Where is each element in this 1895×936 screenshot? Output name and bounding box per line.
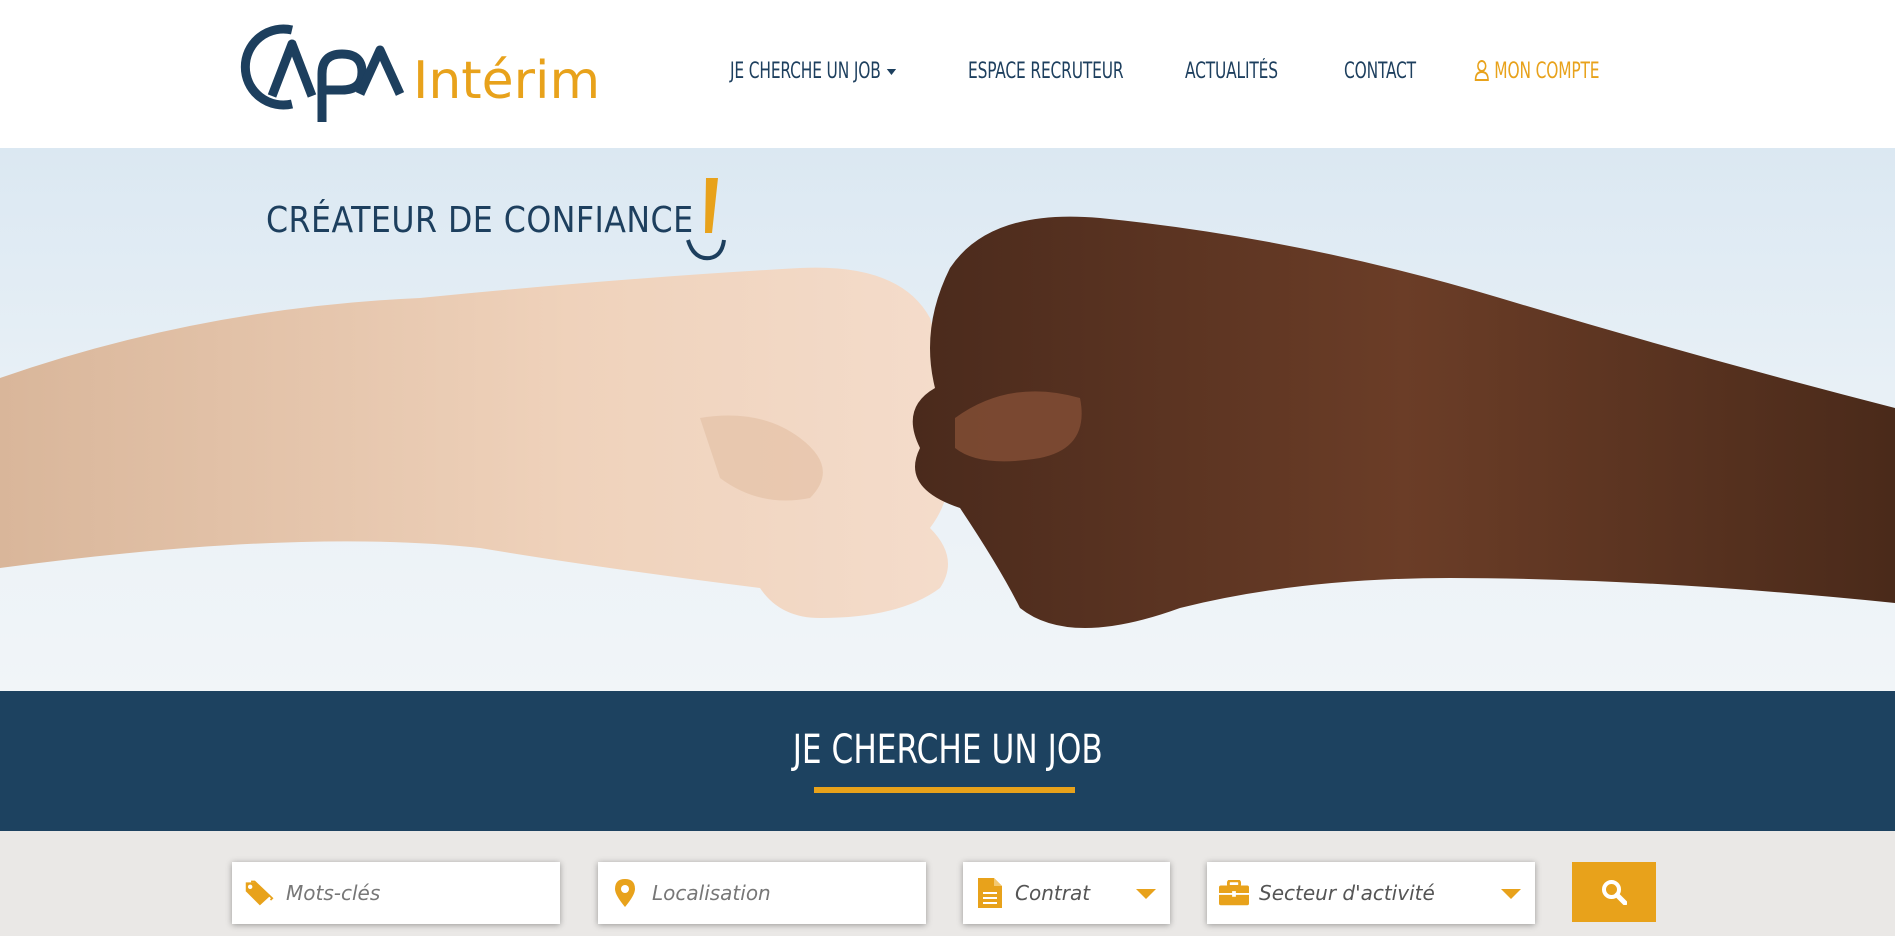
sector-select[interactable]: Secteur d'activité	[1207, 862, 1535, 924]
caret-down-icon	[886, 69, 897, 75]
title-underline	[814, 787, 1075, 793]
search-button[interactable]	[1572, 862, 1656, 922]
nav-item-contact[interactable]: CONTACT	[1344, 52, 1416, 92]
user-icon	[1474, 60, 1489, 81]
exclamation-smile-icon	[686, 178, 726, 261]
sector-select-value: Secteur d'activité	[1259, 881, 1435, 905]
caret-down-icon	[1136, 889, 1156, 899]
nav-item-actualites[interactable]: ACTUALITÉS	[1185, 52, 1278, 92]
search-bar: Contrat Secteur d'activité	[0, 831, 1895, 936]
location-field[interactable]	[598, 862, 926, 924]
site-header: Intérim JE CHERCHE UN JOB ESPACE RECRUTE…	[0, 0, 1895, 148]
contract-select-value: Contrat	[1015, 881, 1091, 905]
capa-interim-logo[interactable]: Intérim	[230, 18, 610, 123]
hero-banner: CRÉATEUR DE CONFIANCE	[0, 148, 1895, 691]
caret-down-icon	[1501, 889, 1521, 899]
nav-item-label: ACTUALITÉS	[1185, 59, 1278, 84]
section-title: JE CHERCHE UN JOB	[792, 727, 1103, 773]
nav-item-espace-recruteur[interactable]: ESPACE RECRUTEUR	[968, 52, 1124, 92]
map-pin-icon	[610, 878, 640, 908]
nav-item-label: JE CHERCHE UN JOB	[730, 59, 881, 84]
nav-item-je-cherche-un-job[interactable]: JE CHERCHE UN JOB	[730, 52, 897, 92]
nav-item-label: ESPACE RECRUTEUR	[968, 59, 1124, 84]
location-input[interactable]	[652, 881, 872, 905]
nav-item-label: CONTACT	[1344, 59, 1416, 84]
contract-select[interactable]: Contrat	[963, 862, 1170, 924]
search-icon	[1602, 880, 1627, 905]
keywords-input[interactable]	[286, 881, 506, 905]
keywords-field[interactable]	[232, 862, 560, 924]
tags-icon	[244, 878, 274, 908]
nav-item-label: MON COMPTE	[1494, 59, 1600, 84]
job-search-band: JE CHERCHE UN JOB	[0, 691, 1895, 831]
hero-tagline: CRÉATEUR DE CONFIANCE	[266, 200, 694, 241]
logo-suffix-text: Intérim	[413, 51, 600, 111]
briefcase-icon	[1219, 878, 1249, 908]
document-icon	[975, 878, 1005, 908]
nav-item-mon-compte[interactable]: MON COMPTE	[1474, 52, 1600, 92]
